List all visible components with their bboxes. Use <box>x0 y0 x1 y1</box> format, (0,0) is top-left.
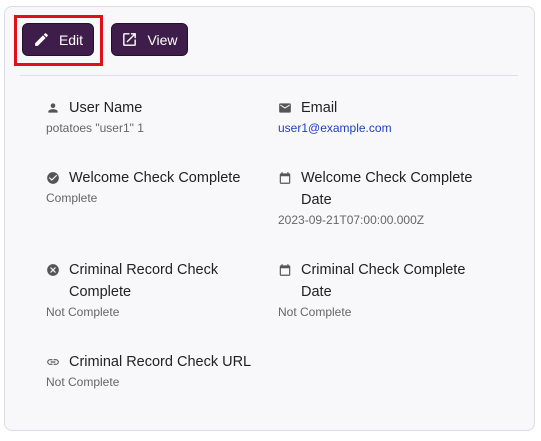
field-user-name: User Name potatoes "user1" 1 <box>46 97 256 136</box>
field-label: Criminal Record Check URL <box>69 354 252 370</box>
field-label: Welcome Check Complete Date <box>301 170 473 208</box>
edit-button[interactable]: Edit <box>22 23 94 56</box>
field-label: Email <box>301 100 338 116</box>
field-label: Welcome Check Complete <box>69 170 241 186</box>
mail-icon <box>278 97 292 119</box>
calendar-icon <box>278 167 292 189</box>
field-value: potatoes "user1" 1 <box>46 121 144 135</box>
divider <box>20 75 518 76</box>
email-link[interactable]: user1@example.com <box>278 120 508 136</box>
field-welcome-check-date: Welcome Check Complete Date 2023-09-21T0… <box>278 167 483 228</box>
field-criminal-check-url: Criminal Record Check URL Not Complete <box>46 351 276 390</box>
field-value: Complete <box>46 191 98 205</box>
field-value: 2023-09-21T07:00:00.000Z <box>278 213 425 227</box>
field-label: User Name <box>69 100 143 116</box>
calendar-icon <box>278 259 292 281</box>
view-button[interactable]: View <box>111 23 188 56</box>
field-label: Criminal Check Complete Date <box>301 262 466 300</box>
field-value: Not Complete <box>46 375 120 389</box>
check-circle-icon <box>46 167 60 189</box>
open-external-icon <box>123 33 137 46</box>
field-value: Not Complete <box>46 305 120 319</box>
link-icon <box>46 351 60 373</box>
person-icon <box>46 97 60 119</box>
pencil-icon <box>35 33 48 46</box>
field-label: Criminal Record Check Complete <box>69 262 219 300</box>
x-circle-icon <box>46 259 60 281</box>
field-value: Not Complete <box>278 305 352 319</box>
field-welcome-check: Welcome Check Complete Complete <box>46 167 256 206</box>
edit-button-label: Edit <box>58 31 84 48</box>
field-criminal-check-date: Criminal Check Complete Date Not Complet… <box>278 259 478 320</box>
field-criminal-check: Criminal Record Check Complete Not Compl… <box>46 259 236 320</box>
field-email: Email user1@example.com <box>278 97 508 136</box>
view-button-label: View <box>147 31 178 48</box>
